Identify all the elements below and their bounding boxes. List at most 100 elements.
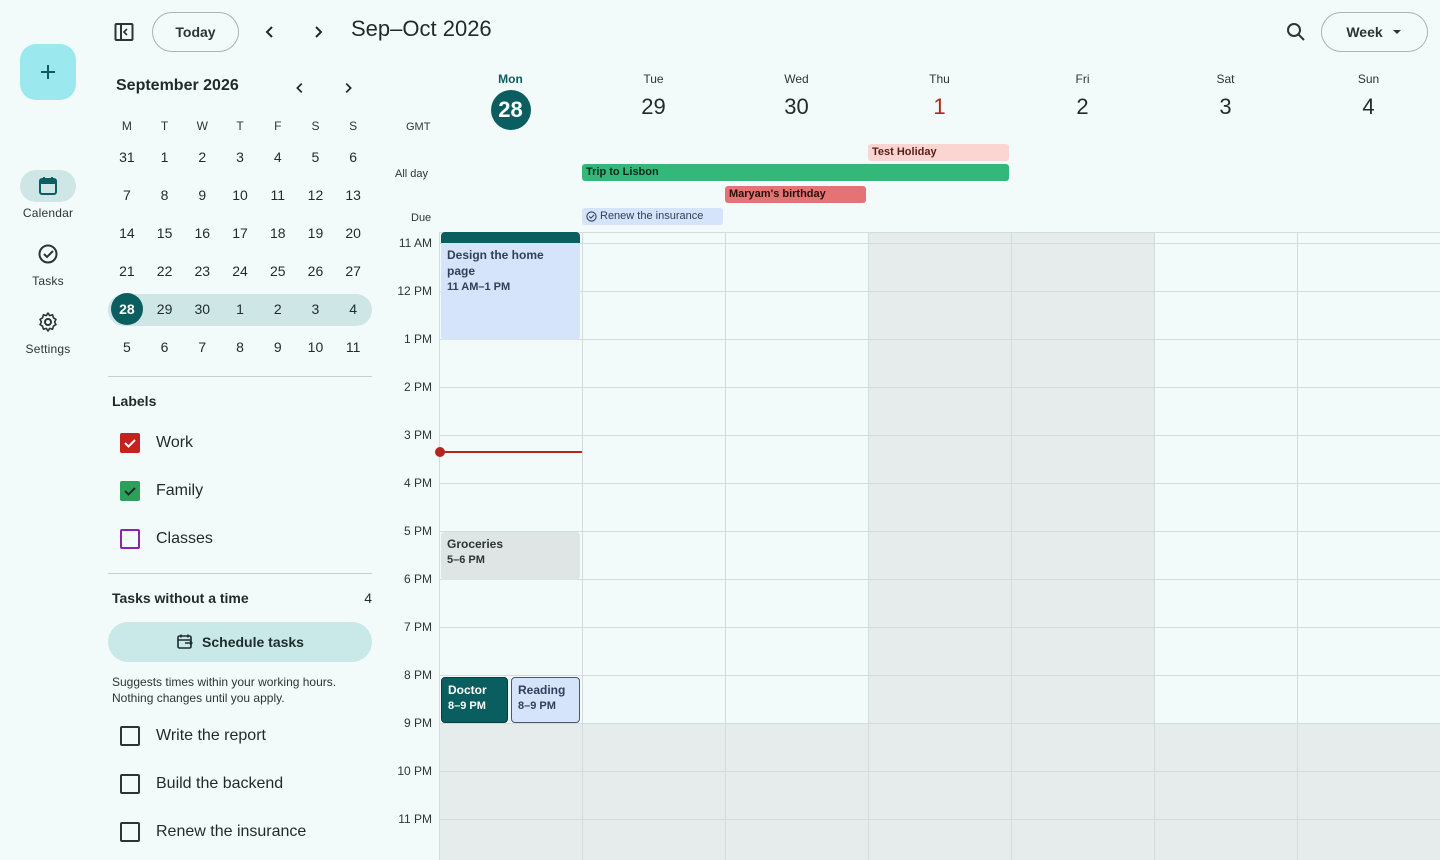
event-doctor[interactable]: Doctor 8–9 PM bbox=[441, 677, 508, 723]
day-header-tue[interactable]: Tue 29 bbox=[582, 64, 725, 134]
label-classes[interactable]: Classes bbox=[120, 529, 213, 549]
mini-calendar-day[interactable]: 10 bbox=[297, 331, 335, 363]
mini-calendar-today[interactable]: 28 bbox=[108, 293, 146, 325]
task-check-icon bbox=[38, 244, 58, 264]
mini-calendar-day[interactable]: 8 bbox=[146, 179, 184, 211]
mini-calendar-day[interactable]: 30 bbox=[183, 293, 221, 325]
today-button[interactable]: Today bbox=[152, 12, 239, 52]
label-family-checkbox[interactable] bbox=[120, 481, 140, 501]
label-work-checkbox[interactable] bbox=[120, 433, 140, 453]
hour-label: 7 PM bbox=[403, 620, 432, 634]
label-family[interactable]: Family bbox=[120, 481, 203, 501]
mini-calendar-day[interactable]: 8 bbox=[221, 331, 259, 363]
mini-calendar-day[interactable]: 6 bbox=[146, 331, 184, 363]
rail-item-settings[interactable]: Settings bbox=[0, 306, 96, 356]
task-checkbox[interactable] bbox=[120, 726, 140, 746]
gear-icon bbox=[39, 312, 57, 332]
day-number: 30 bbox=[784, 94, 809, 119]
next-week-button[interactable] bbox=[304, 18, 332, 46]
search-button[interactable] bbox=[1282, 18, 1310, 46]
label-classes-checkbox[interactable] bbox=[120, 529, 140, 549]
mini-calendar-day[interactable]: 10 bbox=[221, 179, 259, 211]
event-design-home-page[interactable]: Design the home page 11 AM–1 PM bbox=[441, 232, 580, 340]
mini-calendar-day[interactable]: 3 bbox=[221, 141, 259, 173]
calendar-icon bbox=[39, 177, 57, 195]
mini-calendar-day[interactable]: 11 bbox=[259, 179, 297, 211]
day-number: 28 bbox=[490, 90, 531, 130]
rail-label-tasks: Tasks bbox=[32, 274, 64, 288]
mini-calendar-day[interactable]: 13 bbox=[334, 179, 372, 211]
task-checkbox[interactable] bbox=[120, 822, 140, 842]
mini-calendar-day[interactable]: 2 bbox=[259, 293, 297, 325]
task-build-backend[interactable]: Build the backend bbox=[120, 774, 283, 794]
task-write-report[interactable]: Write the report bbox=[120, 726, 266, 746]
day-of-week: Thu bbox=[929, 72, 950, 86]
day-header-sun[interactable]: Sun 4 bbox=[1297, 64, 1440, 134]
event-groceries[interactable]: Groceries 5–6 PM bbox=[441, 532, 580, 580]
mini-calendar-day[interactable]: 4 bbox=[334, 293, 372, 325]
mini-calendar-day[interactable]: 23 bbox=[183, 255, 221, 287]
mini-calendar-next-button[interactable] bbox=[334, 74, 362, 102]
calendar-schedule-icon bbox=[177, 634, 194, 649]
day-header-fri[interactable]: Fri 2 bbox=[1011, 64, 1154, 134]
mini-calendar-day[interactable]: 6 bbox=[334, 141, 372, 173]
toggle-sidebar-button[interactable] bbox=[110, 18, 138, 46]
mini-calendar-day[interactable]: 14 bbox=[108, 217, 146, 249]
mini-calendar-day[interactable]: 24 bbox=[221, 255, 259, 287]
mini-calendar-day[interactable]: 1 bbox=[221, 293, 259, 325]
rail-item-calendar[interactable]: Calendar bbox=[0, 170, 96, 220]
mini-calendar-day[interactable]: 9 bbox=[259, 331, 297, 363]
mini-calendar-day[interactable]: 11 bbox=[334, 331, 372, 363]
mini-calendar-day[interactable]: 29 bbox=[146, 293, 184, 325]
mini-calendar-day[interactable]: 5 bbox=[297, 141, 335, 173]
due-task-renew-insurance[interactable]: Renew the insurance bbox=[582, 208, 723, 225]
mini-calendar-weekdays: M T W T F S S bbox=[108, 114, 372, 138]
mini-calendar-prev-button[interactable] bbox=[286, 74, 314, 102]
mini-calendar-day[interactable]: 7 bbox=[108, 179, 146, 211]
label-work[interactable]: Work bbox=[120, 433, 193, 453]
mini-calendar-day[interactable]: 12 bbox=[297, 179, 335, 211]
all-day-event-birthday[interactable]: Maryam's birthday bbox=[725, 186, 866, 203]
task-checkbox[interactable] bbox=[120, 774, 140, 794]
mini-calendar-day[interactable]: 7 bbox=[183, 331, 221, 363]
day-header-thu[interactable]: Thu 1 bbox=[868, 64, 1011, 134]
mini-calendar-day[interactable]: 21 bbox=[108, 255, 146, 287]
chevron-left-icon bbox=[296, 83, 303, 93]
schedule-tasks-button[interactable]: Schedule tasks bbox=[108, 622, 372, 662]
day-header-mon[interactable]: Mon 28 bbox=[439, 64, 582, 130]
all-day-event-test-holiday[interactable]: Test Holiday bbox=[868, 144, 1009, 161]
mini-calendar-day[interactable]: 18 bbox=[259, 217, 297, 249]
mini-calendar-day[interactable]: 19 bbox=[297, 217, 335, 249]
mini-calendar-day[interactable]: 25 bbox=[259, 255, 297, 287]
mini-calendar-day[interactable]: 16 bbox=[183, 217, 221, 249]
day-number: 4 bbox=[1362, 94, 1375, 119]
mini-calendar-day[interactable]: 1 bbox=[146, 141, 184, 173]
day-number: 29 bbox=[641, 94, 666, 119]
event-reading[interactable]: Reading 8–9 PM bbox=[511, 677, 580, 723]
mini-calendar-day[interactable]: 22 bbox=[146, 255, 184, 287]
mini-calendar-day[interactable]: 9 bbox=[183, 179, 221, 211]
mini-calendar-day[interactable]: 27 bbox=[334, 255, 372, 287]
mini-calendar-day[interactable]: 3 bbox=[297, 293, 335, 325]
day-header-sat[interactable]: Sat 3 bbox=[1154, 64, 1297, 134]
divider bbox=[108, 573, 372, 574]
task-renew-insurance[interactable]: Renew the insurance bbox=[120, 822, 306, 842]
view-select-button[interactable]: Week bbox=[1321, 12, 1428, 52]
mini-calendar-day[interactable]: 31 bbox=[108, 141, 146, 173]
all-day-event-trip-to-lisbon[interactable]: Trip to Lisbon bbox=[582, 164, 1009, 181]
timezone-label: GMT bbox=[406, 121, 431, 133]
rail-item-tasks[interactable]: Tasks bbox=[0, 238, 96, 288]
mini-calendar-day[interactable]: 2 bbox=[183, 141, 221, 173]
mini-calendar-day[interactable]: 4 bbox=[259, 141, 297, 173]
day-header-wed[interactable]: Wed 30 bbox=[725, 64, 868, 134]
mini-calendar-day[interactable]: 17 bbox=[221, 217, 259, 249]
previous-week-button[interactable] bbox=[256, 18, 284, 46]
mini-calendar-day[interactable]: 20 bbox=[334, 217, 372, 249]
non-working-hours-shade bbox=[440, 724, 1440, 860]
mini-calendar-week: 14 15 16 17 18 19 20 bbox=[108, 214, 372, 252]
mini-calendar-day[interactable]: 5 bbox=[108, 331, 146, 363]
time-grid[interactable]: 11 AM 12 PM 1 PM 2 PM 3 PM 4 PM 5 PM 6 P… bbox=[386, 232, 1440, 860]
mini-calendar-day[interactable]: 15 bbox=[146, 217, 184, 249]
mini-calendar-day[interactable]: 26 bbox=[297, 255, 335, 287]
create-button[interactable] bbox=[20, 44, 76, 100]
